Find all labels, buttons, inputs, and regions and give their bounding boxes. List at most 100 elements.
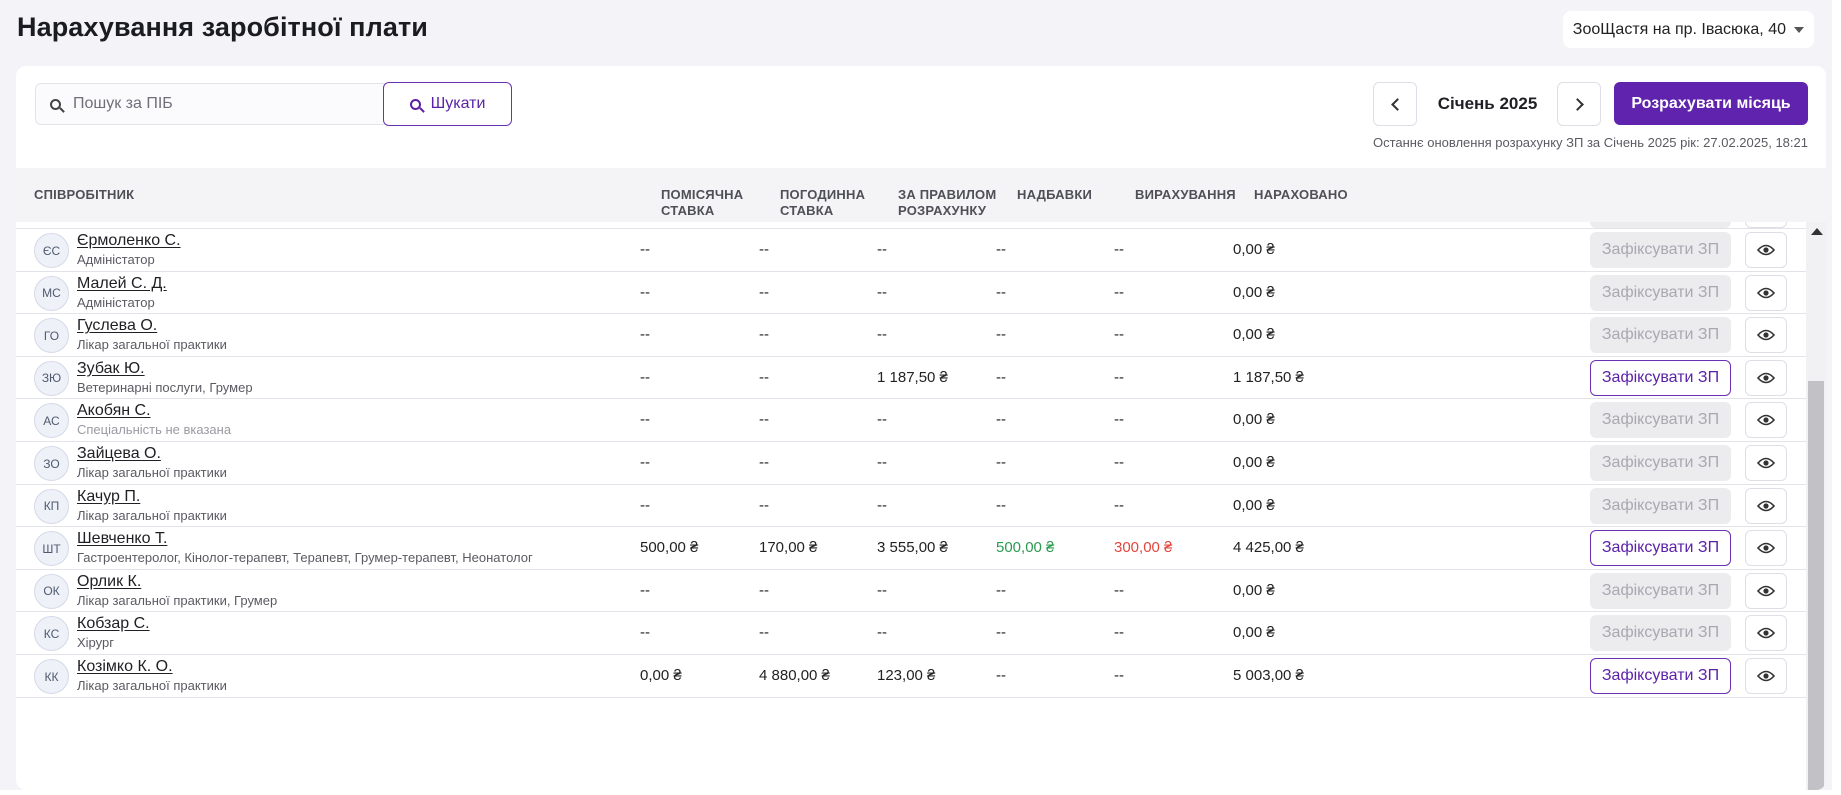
view-details-button[interactable] [1745,615,1787,652]
col-header-deductions: ВИРАХУВАННЯ [1135,187,1236,202]
cell-by-rule: 3 555,00 ₴ [877,539,948,557]
scroll-up-arrow-icon[interactable] [1811,228,1823,235]
search-icon [409,98,421,110]
employee-name-link[interactable]: Акобян С. [77,402,151,420]
employee-name-link[interactable]: Шевченко Т. [77,530,167,548]
fix-salary-button[interactable]: Зафіксувати ЗП [1590,402,1731,439]
prev-month-button[interactable] [1373,82,1417,126]
eye-icon [1757,542,1775,554]
employee-name-link[interactable]: Орлик К. [77,573,141,591]
cell-deductions: -- [1114,241,1124,258]
cell-deductions: -- [1114,411,1124,429]
fix-salary-button[interactable]: Зафіксувати ЗП [1590,572,1731,609]
view-details-button[interactable] [1745,572,1787,609]
cell-accrued: 0,00 ₴ [1233,283,1275,301]
employee-name-link[interactable]: Качур П. [77,488,140,506]
employee-specialty: Лікар загальної практики [77,678,227,693]
col-header-by-rule: ЗА ПРАВИЛОМ РОЗРАХУНКУ [898,187,997,218]
col-header-accrued: НАРАХОВАНО [1254,187,1348,202]
cell-monthly-rate: -- [640,411,650,429]
employee-name-link[interactable]: Кобзар С. [77,615,150,633]
table-header: СПІВРОБІТНИК ПОМІСЯЧНА СТАВКА ПОГОДИННА СТ… [16,168,1826,222]
table-body: ЄС Єрмоленко С. Адміністатор -- -- -- -- -- 0,00… [16,222,1806,790]
view-details-button[interactable] [1745,274,1787,311]
chevron-right-icon [1570,97,1584,111]
cell-hourly-rate: -- [759,411,769,429]
view-details-button[interactable] [1745,658,1787,694]
cell-deductions: -- [1114,326,1124,344]
cell-monthly-rate: -- [640,581,650,599]
cell-accrued: 0,00 ₴ [1233,411,1275,429]
fix-salary-button[interactable]: Зафіксувати ЗП [1590,445,1731,481]
employee-specialty: Лікар загальної практики [77,337,227,353]
cell-hourly-rate: -- [759,283,769,301]
employee-name-link[interactable]: Гуслева О. [77,317,157,335]
table-scrollbar[interactable] [1806,222,1826,790]
cell-hourly-rate: -- [759,624,769,642]
cell-monthly-rate: -- [640,326,650,344]
calculate-month-button[interactable]: Розрахувати місяць [1614,82,1808,125]
cell-monthly-rate: -- [640,624,650,642]
employee-name-link[interactable]: Малей С. Д. [77,275,167,293]
cell-hourly-rate: -- [759,581,769,599]
fix-salary-button[interactable]: Зафіксувати ЗП [1590,615,1731,652]
cell-hourly-rate: -- [759,368,769,386]
employee-name-link[interactable]: Зубак Ю. [77,360,145,378]
view-details-button[interactable] [1745,317,1787,354]
fix-salary-button[interactable]: Зафіксувати ЗП [1590,359,1731,396]
cell-hourly-rate: -- [759,454,769,471]
view-details-button[interactable] [1745,232,1787,268]
fix-salary-button[interactable]: Зафіксувати ЗП [1590,232,1731,268]
cell-bonuses: -- [996,368,1006,386]
table-row: ЗЮ Зубак Ю. Ветеринарні послуги, Грумер -- -… [16,357,1806,400]
avatar: КП [34,488,69,524]
col-header-monthly-rate: ПОМІСЯЧНА СТАВКА [661,187,744,218]
view-details-button[interactable] [1745,530,1787,567]
cell-bonuses: -- [996,581,1006,599]
clinic-select[interactable]: ЗооЩастя на пр. Івасюка, 40 [1562,11,1814,48]
employee-specialty: Гастроентеролог, Кінолог-терапевт, Терап… [77,550,533,566]
eye-icon [1757,415,1775,426]
avatar: МС [34,275,69,311]
last-update-text: Останнє оновлення розрахунку ЗП за Січен… [1372,135,1808,150]
cell-monthly-rate: 0,00 ₴ [640,667,682,684]
employee-name-link[interactable]: Зайцева О. [77,445,161,463]
table-row: ОК Орлик К. Лікар загальної практики, Грум… [16,570,1806,613]
scrollbar-thumb[interactable] [1808,381,1824,790]
cell-deductions: -- [1114,581,1124,599]
eye-icon [1757,372,1775,384]
avatar: КС [34,616,69,652]
fix-salary-button[interactable]: Зафіксувати ЗП [1590,658,1731,694]
employee-specialty: Лікар загальної практики [77,507,227,523]
cell-hourly-rate: 4 880,00 ₴ [759,667,830,684]
cell-bonuses: -- [996,454,1006,471]
fix-salary-button[interactable]: Зафіксувати ЗП [1590,530,1731,567]
cell-accrued: 0,00 ₴ [1233,581,1275,599]
fix-salary-button[interactable]: Зафіксувати ЗП [1590,487,1731,524]
view-details-button[interactable] [1745,402,1787,439]
next-month-button[interactable] [1557,82,1601,126]
table-row: КК Козімко К. О. Лікар загальної практики 0… [16,655,1806,698]
avatar: ЗО [34,446,69,481]
eye-icon [1757,628,1775,639]
search-box [35,83,385,125]
fix-salary-button[interactable]: Зафіксувати ЗП [1590,274,1731,311]
cell-by-rule: -- [877,496,887,514]
view-details-button[interactable] [1745,359,1787,396]
fix-salary-button[interactable]: Зафіксувати ЗП [1590,317,1731,354]
cell-deductions: -- [1114,624,1124,642]
app-window: Нарахування заробітної плати ЗооЩастя на… [0,0,1832,790]
view-details-button[interactable] [1745,445,1787,481]
cell-monthly-rate: -- [640,454,650,471]
employee-specialty: Лікар загальної практики [77,465,227,480]
avatar: ГО [34,318,69,354]
search-button[interactable]: Шукати [383,82,512,126]
search-input[interactable] [73,95,343,113]
avatar: ЗЮ [34,360,69,396]
cell-accrued: 0,00 ₴ [1233,454,1275,471]
employee-name-link[interactable]: Козімко К. О. [77,658,173,676]
view-details-button[interactable] [1745,487,1787,524]
table-row: ГО Гуслева О. Лікар загальної практики -- --… [16,314,1806,357]
avatar: ЄС [34,233,69,268]
employee-name-link[interactable]: Єрмоленко С. [77,232,181,250]
